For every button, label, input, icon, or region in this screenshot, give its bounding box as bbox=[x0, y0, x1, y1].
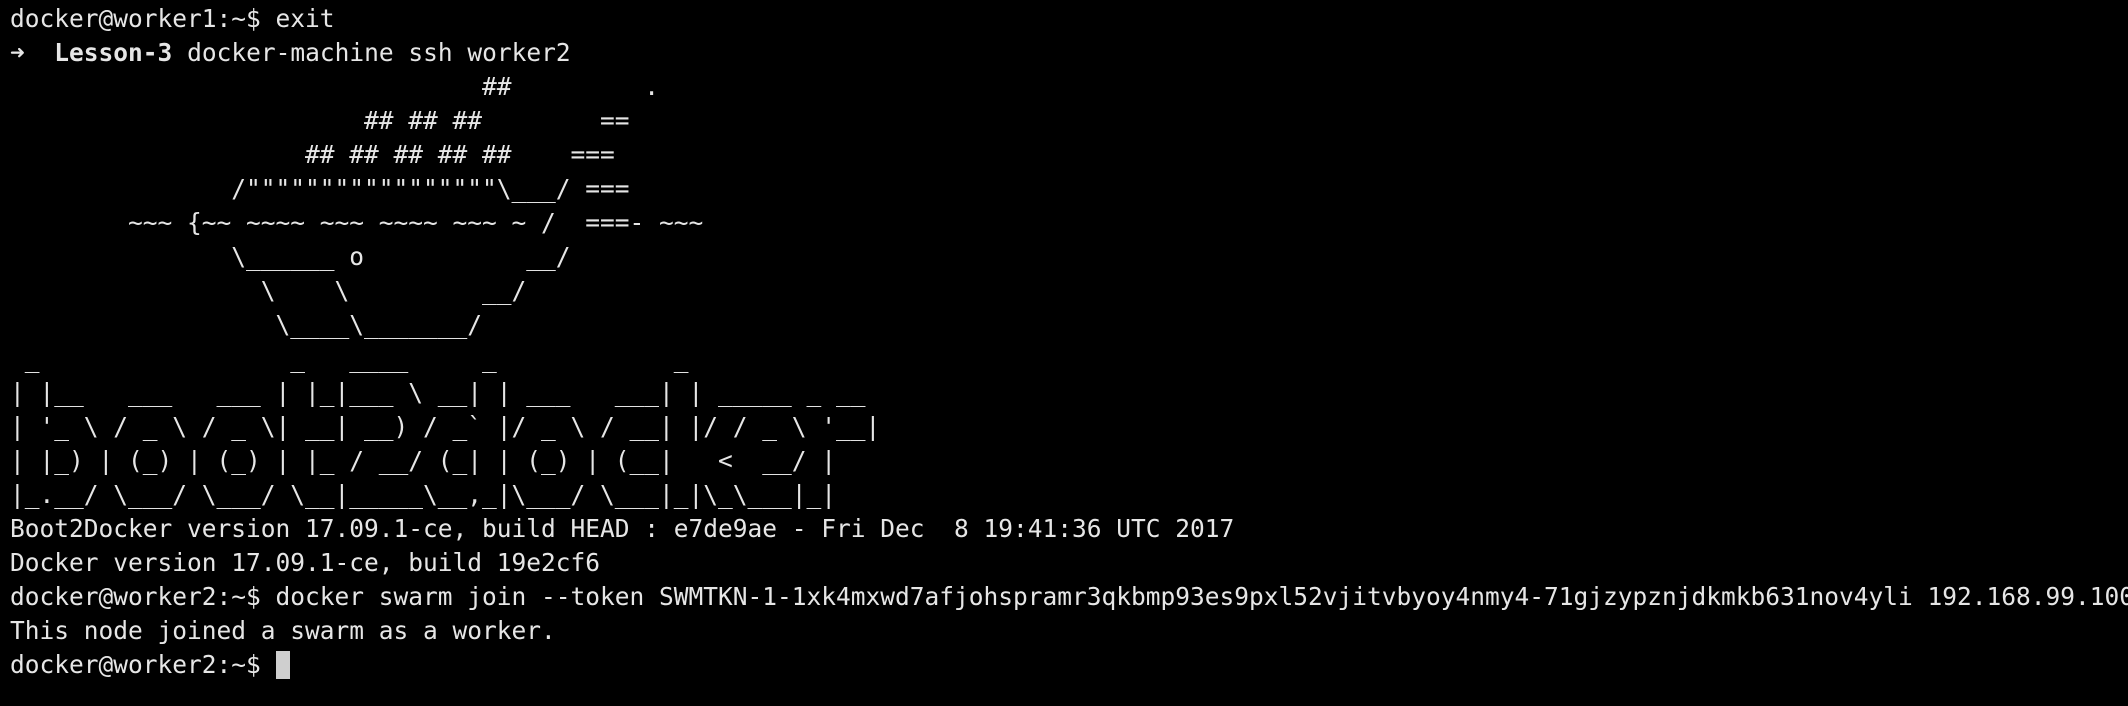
terminal-line-swarm-join: docker@worker2:~$ docker swarm join --to… bbox=[10, 580, 2128, 614]
ascii-banner-line: | '_ \ / _ \ / _ \| __| __) / _` |/ _ \ … bbox=[10, 412, 881, 441]
shell-prompt: docker@worker2:~$ bbox=[10, 650, 276, 679]
prompt-arrow-icon: ➜ bbox=[10, 38, 25, 67]
ascii-banner-line: | |_) | (_) | (_) | |_ / __/ (_| | (_) |… bbox=[10, 446, 837, 475]
ascii-art-line: \ \ __/ bbox=[10, 276, 527, 305]
ascii-art-line: ## . bbox=[10, 72, 660, 101]
terminal-line-active-prompt[interactable]: docker@worker2:~$ bbox=[10, 648, 2128, 682]
ascii-banner-line: _ _ ____ _ _ bbox=[10, 344, 689, 373]
ascii-art-line: /"""""""""""""""""\___/ === bbox=[10, 174, 630, 203]
ascii-art-line: ## ## ## == bbox=[10, 106, 630, 135]
text-cursor[interactable] bbox=[275, 651, 290, 679]
ascii-art-line: ## ## ## ## ## === bbox=[10, 140, 615, 169]
terminal-line-exit: docker@worker1:~$ exit bbox=[10, 2, 2128, 36]
shell-prompt: docker@worker2:~$ bbox=[10, 582, 276, 611]
terminal-window[interactable]: docker@worker1:~$ exit ➜ Lesson-3 docker… bbox=[0, 0, 2128, 706]
ascii-art-line: ~~~ {~~ ~~~~ ~~~ ~~~~ ~~~ ~ / ===- ~~~ bbox=[10, 208, 704, 237]
swarm-join-result: This node joined a swarm as a worker. bbox=[10, 616, 556, 645]
docker-version-line: Docker version 17.09.1-ce, build 19e2cf6 bbox=[10, 548, 601, 577]
ascii-art-line: \____\_______/ bbox=[10, 310, 483, 339]
command-text: docker-machine ssh worker2 bbox=[187, 38, 571, 67]
current-directory: Lesson-3 bbox=[54, 38, 173, 67]
ascii-banner-line: | |__ ___ ___ | |_|___ \ __| | ___ ___| … bbox=[10, 378, 866, 407]
command-text: exit bbox=[275, 4, 335, 33]
command-text: docker swarm join --token SWMTKN-1-1xk4m… bbox=[275, 582, 2128, 611]
ascii-banner-line: |_.__/ \___/ \___/ \__|_____\__,_|\___/ … bbox=[10, 480, 837, 509]
terminal-line-ssh: ➜ Lesson-3 docker-machine ssh worker2 bbox=[10, 36, 2128, 70]
ascii-art-line: \______ o __/ bbox=[10, 242, 571, 271]
shell-prompt: docker@worker1:~$ bbox=[10, 4, 276, 33]
boot2docker-version-line: Boot2Docker version 17.09.1-ce, build HE… bbox=[10, 514, 1235, 543]
